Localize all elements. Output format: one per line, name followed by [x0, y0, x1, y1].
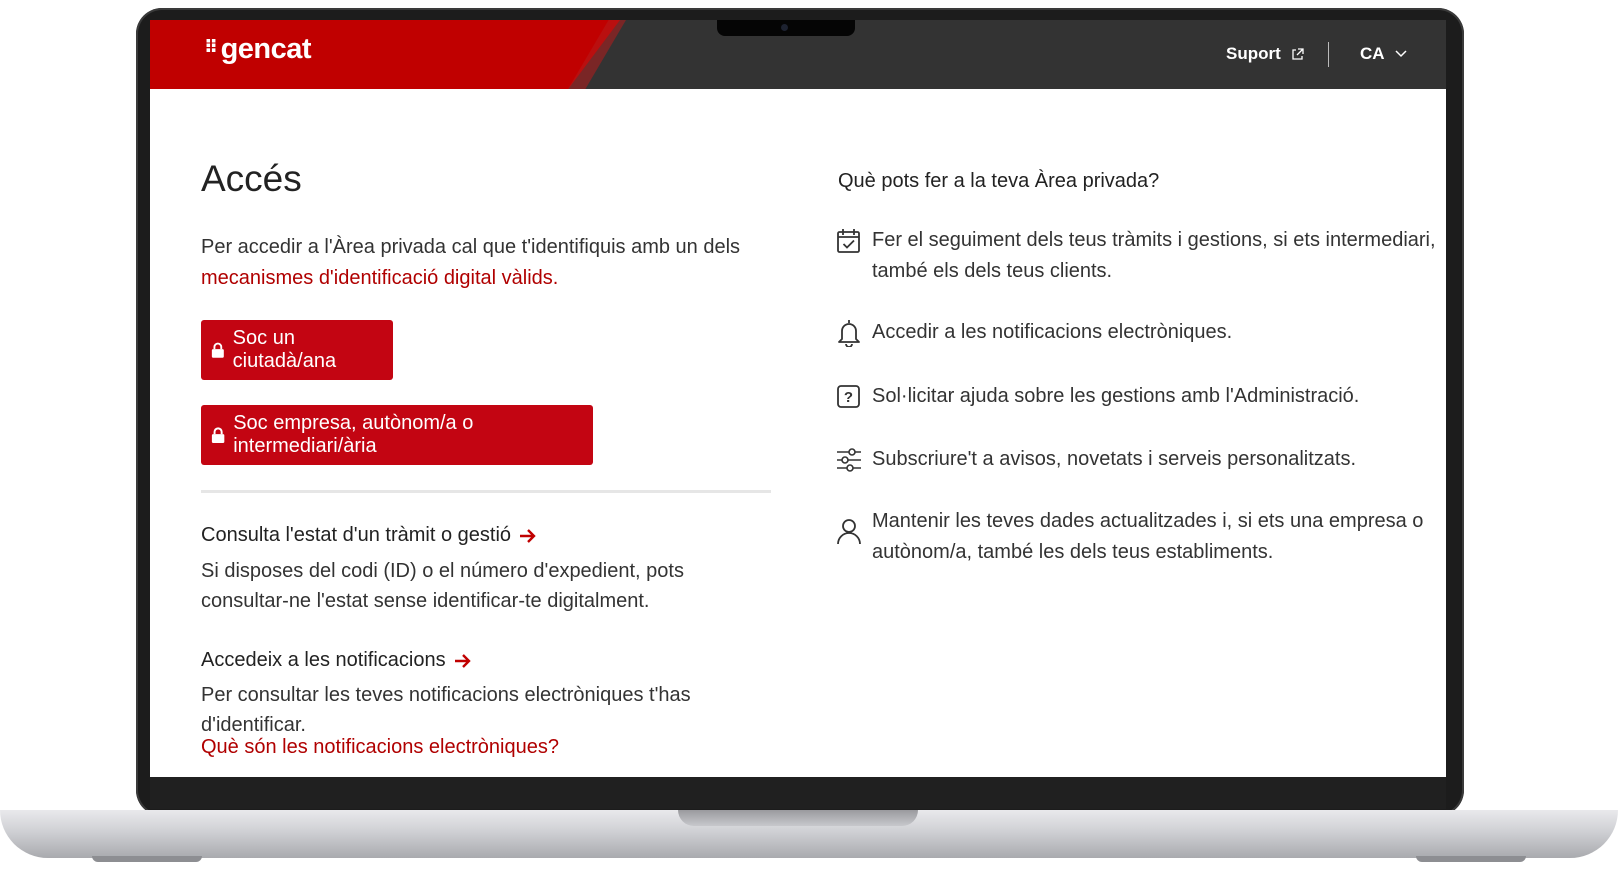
feature-item-help: ? Sol·licitar ajuda sobre les gestions a… [836, 381, 1446, 412]
logo-mark-icon: ⠿ [204, 37, 218, 57]
sliders-icon [837, 448, 861, 472]
section-divider [201, 490, 771, 493]
laptop-base-notch [678, 810, 918, 826]
lock-icon [211, 342, 224, 358]
what-are-notifications-link[interactable]: Què són les notificacions electròniques? [201, 736, 559, 759]
intro-text: Per accedir a l'Àrea privada cal que t'i… [201, 232, 761, 294]
status-check-link[interactable]: Consulta l'estat d'un tràmit o gestió [201, 524, 537, 547]
feature-item-tracking: Fer el seguiment dels teus tràmits i ges… [836, 225, 1446, 287]
svg-text:?: ? [844, 389, 853, 406]
support-link[interactable]: Suport [1226, 44, 1304, 64]
feature-item-profile: Mantenir les teves dades actualitzades i… [836, 506, 1446, 568]
user-icon [837, 519, 861, 545]
external-link-icon [1292, 47, 1304, 60]
notifications-description: Per consultar les teves notificacions el… [201, 684, 691, 736]
feature-item-subscriptions: Subscriure't a avisos, novetats i servei… [836, 444, 1446, 475]
company-button-label: Soc empresa, autònom/a o intermediari/àr… [233, 412, 474, 457]
camera-notch [717, 20, 855, 36]
language-label: CA [1360, 44, 1385, 63]
arrow-right-icon [520, 528, 536, 543]
company-access-button[interactable]: Soc empresa, autònom/a o intermediari/àr… [201, 405, 593, 465]
page-title: Accés [201, 158, 302, 199]
logo-text: gencat [220, 33, 312, 65]
status-check-description: Si disposes del codi (ID) o el número d'… [201, 560, 684, 612]
status-check-title: Consulta l'estat d'un tràmit o gestió [201, 524, 512, 546]
feature-text: Mantenir les teves dades actualitzades i… [872, 510, 1424, 563]
notifications-title: Accedeix a les notificacions [201, 649, 446, 671]
language-selector[interactable]: CA [1360, 44, 1407, 64]
laptop-foot-left [92, 856, 202, 862]
identification-mechanisms-link[interactable]: mecanismes d'identificació digital vàlid… [201, 267, 558, 289]
gencat-logo[interactable]: ⠿ gencat [204, 33, 312, 66]
notifications-link[interactable]: Accedeix a les notificacions [201, 649, 472, 672]
support-label: Suport [1226, 44, 1281, 63]
camera-icon [781, 24, 788, 31]
feature-item-notifications: Accedir a les notificacions electrònique… [836, 317, 1446, 348]
citizen-button-label: Soc un ciutadà/ana [232, 327, 337, 372]
feature-text: Sol·licitar ajuda sobre les gestions amb… [872, 385, 1360, 407]
citizen-access-button[interactable]: Soc un ciutadà/ana [201, 320, 393, 380]
arrow-right-icon [454, 653, 471, 668]
private-area-heading: Què pots fer a la teva Àrea privada? [838, 170, 1160, 192]
feature-text: Subscriure't a avisos, novetats i servei… [872, 448, 1357, 470]
chevron-down-icon [1395, 50, 1407, 58]
feature-text: Accedir a les notificacions electrònique… [872, 321, 1233, 343]
screen: ⠿ gencat Suport CA Accés Per accedir a l… [150, 20, 1446, 777]
screen-bezel [150, 777, 1446, 809]
calendar-check-icon [837, 229, 860, 253]
laptop-foot-right [1416, 856, 1526, 862]
intro-body: Per accedir a l'Àrea privada cal que t'i… [201, 236, 741, 258]
header-divider [1328, 42, 1329, 67]
question-box-icon: ? [837, 385, 860, 408]
lock-icon [211, 427, 225, 443]
bell-icon [838, 320, 860, 347]
feature-text: Fer el seguiment dels teus tràmits i ges… [872, 229, 1436, 282]
